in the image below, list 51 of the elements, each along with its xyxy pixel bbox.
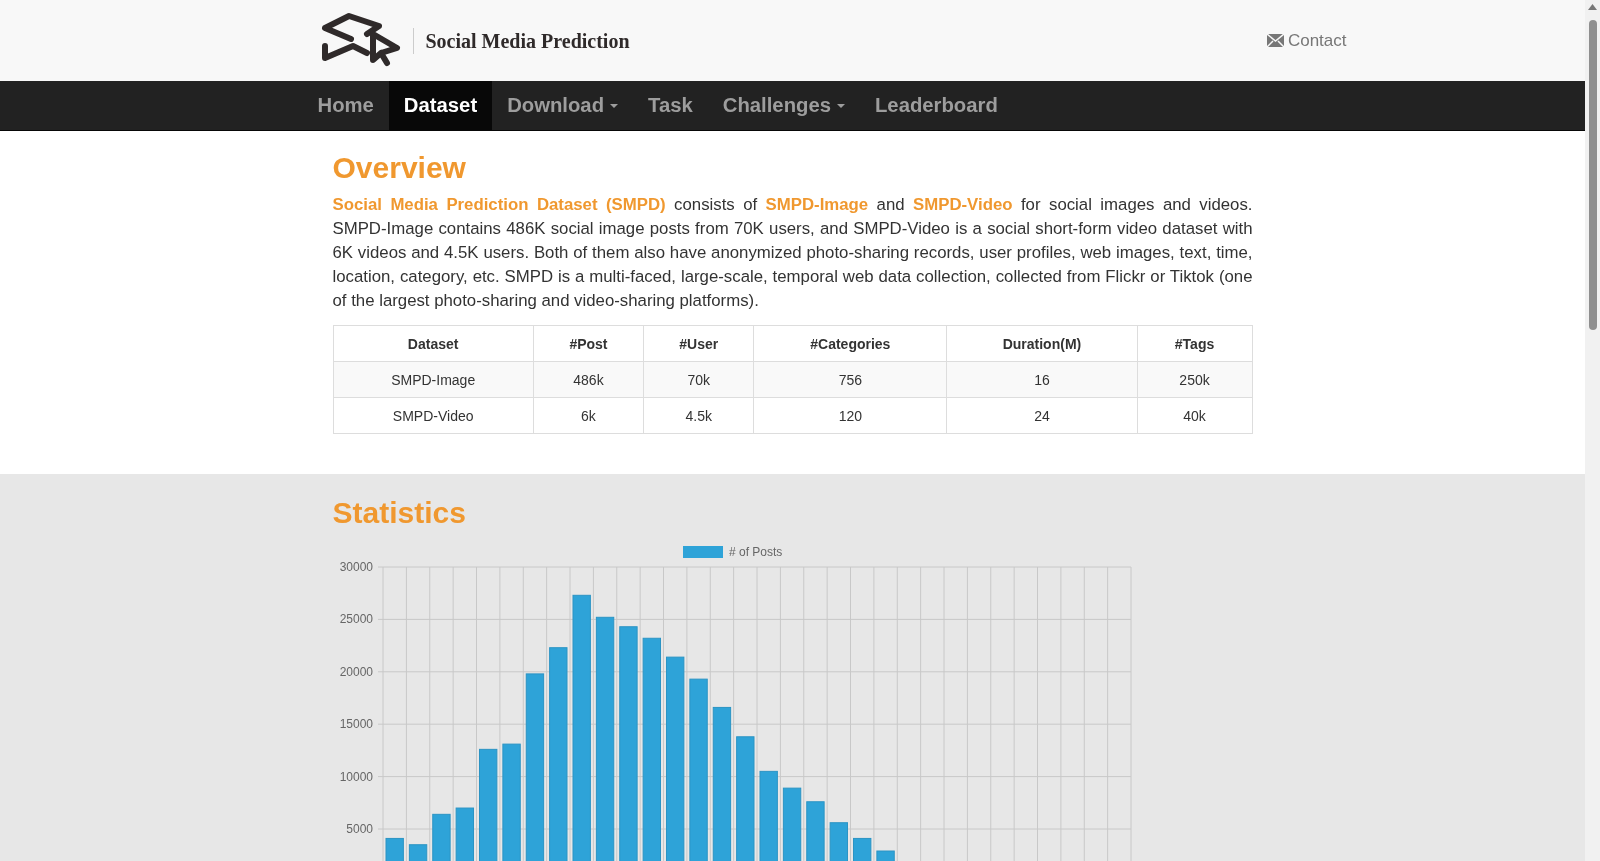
bar	[431, 813, 451, 861]
table-cell: 4.5k	[643, 397, 754, 434]
scrollbar-thumb[interactable]	[1588, 20, 1597, 330]
bar	[805, 801, 825, 861]
column-header: #Tags	[1137, 325, 1252, 362]
nav-tab[interactable]: Leaderboard	[859, 81, 1013, 130]
table-cell: 756	[753, 361, 947, 398]
y-tick-label: 20000	[339, 664, 373, 679]
nav-tab[interactable]: Download	[492, 81, 634, 130]
bar	[408, 844, 427, 861]
nav-tab[interactable]: Dataset	[388, 81, 493, 130]
table-cell: 16	[946, 361, 1138, 398]
table-cell: 6k	[533, 397, 644, 434]
scrollbar[interactable]	[1585, 0, 1600, 861]
y-tick-label: 15000	[339, 717, 373, 732]
table-cell: 486k	[533, 361, 644, 398]
y-tick-label: 5000	[345, 822, 373, 836]
column-header: Duration(M)	[946, 325, 1138, 362]
bar	[385, 837, 404, 861]
section-heading: Statistics	[332, 496, 467, 530]
bar	[875, 850, 895, 861]
table-cell: SMPD-Video	[333, 397, 534, 434]
nav-tab[interactable]: Task	[633, 81, 708, 130]
y-tick-label: 30000	[339, 560, 373, 574]
table-cell: 40k	[1137, 397, 1252, 434]
column-header: #User	[643, 325, 754, 362]
nav-tab[interactable]: Home	[302, 81, 389, 130]
contact-link[interactable]: Contact	[1266, 30, 1347, 51]
table-cell: 250k	[1137, 361, 1252, 398]
overview-paragraph: Social Media Prediction Dataset (SMPD) consists of SMPD-Image and SMPD-Video for social images and videos. SMPD-Image contains 486K social image posts from 70K users, and SMPD-Video is a social short-form video dataset with 6K videos and 4.5K users. Both of them also have anonymized photo-sharing records, user profiles, web images, text, time, location, category, etc. SMPD is a multi-faced, large-scale, temporal web data collection, collected from Flickr or Tiktok (one of the largest photo-sharing and video-sharing platforms).	[332, 194, 1253, 312]
section-heading: Overview	[332, 151, 467, 185]
bar	[829, 822, 848, 861]
chart-legend: # of Posts	[682, 545, 782, 559]
table-cell: SMPD-Image	[333, 361, 534, 398]
nav-tab[interactable]: Challenges	[707, 81, 860, 130]
y-tick-label: 25000	[339, 612, 373, 627]
table-cell: 70k	[643, 361, 754, 398]
column-header: #Post	[533, 325, 644, 362]
caret-icon	[836, 103, 845, 108]
bar	[852, 837, 871, 861]
caret-icon	[610, 103, 619, 108]
legend-label: # of Posts	[728, 545, 782, 559]
mail-icon	[1266, 34, 1284, 47]
bar	[455, 807, 474, 861]
y-tick-label: 10000	[339, 769, 373, 784]
site-title: Social Media Prediction	[412, 27, 630, 54]
table-cell: 120	[753, 397, 947, 434]
scroll-up-icon[interactable]	[1588, 4, 1597, 10]
table-cell: 24	[946, 397, 1138, 434]
column-header: Dataset	[333, 325, 534, 362]
column-header: #Categories	[753, 325, 947, 362]
